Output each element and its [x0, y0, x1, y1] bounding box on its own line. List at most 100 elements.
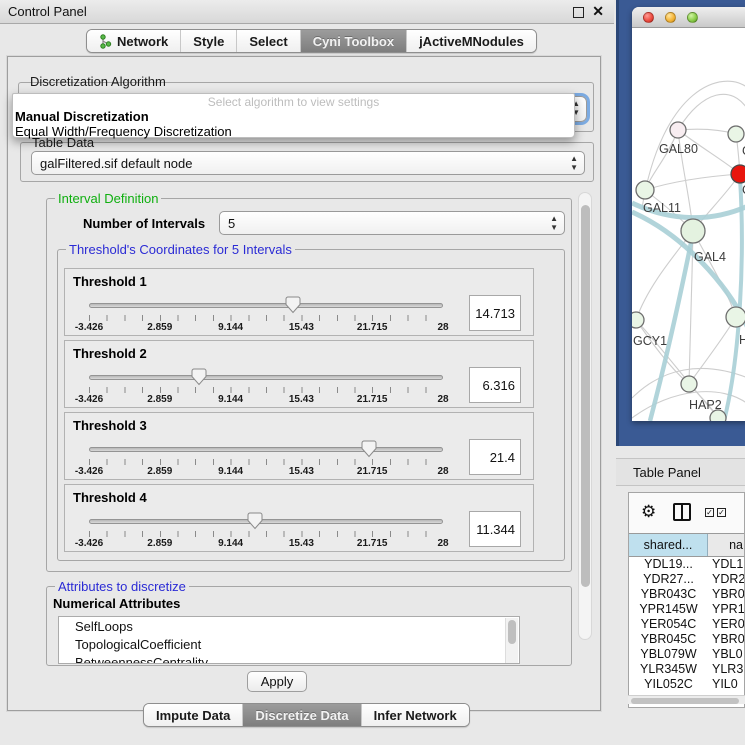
settings-scrollbar[interactable] [578, 192, 592, 640]
apply-button[interactable]: Apply [247, 671, 307, 692]
threshold-value-field[interactable]: 21.4 [469, 439, 521, 475]
slider-handle[interactable] [191, 368, 206, 386]
tab-discretize-data[interactable]: Discretize Data [242, 704, 360, 726]
split-columns-icon[interactable] [673, 503, 691, 521]
threshold-label: Threshold 2 [73, 346, 147, 361]
cell-name[interactable]: YDL1 [708, 557, 744, 572]
tick-label: 9.144 [218, 394, 243, 405]
scrollbar-thumb[interactable] [631, 698, 739, 704]
close-icon[interactable]: ✕ [592, 3, 604, 20]
list-scrollbar[interactable] [505, 618, 518, 664]
table-row[interactable]: YDL19...YDL1 [629, 557, 744, 572]
table-row[interactable]: YIL052CYIL0 [629, 677, 744, 692]
node-red [731, 165, 745, 183]
tab-label: Discretize Data [255, 708, 348, 723]
cell-name[interactable]: YBR0 [708, 587, 744, 602]
network-view-frame: GAL80 G C GAL11 GAL4 GCY1 H HAP2 [616, 0, 745, 446]
slider-track[interactable] [89, 375, 443, 380]
cell-shared-name[interactable]: YPR145W [629, 602, 708, 617]
threshold-slider[interactable]: -3.426 2.859 9.144 15.43 21.715 28 [89, 441, 443, 479]
cell-name[interactable]: YDR2 [708, 572, 744, 587]
list-items: SelfLoopsTopologicalCoefficientBetweenne… [59, 617, 519, 664]
tick-label: 21.715 [357, 322, 388, 333]
table-row[interactable]: YBR043CYBR0 [629, 587, 744, 602]
tick-label: 9.144 [218, 538, 243, 549]
numerical-attributes-list[interactable]: SelfLoopsTopologicalCoefficientBetweenne… [58, 616, 520, 664]
combo-value: galFiltered.sif default node [40, 156, 192, 171]
slider-handle[interactable] [248, 512, 263, 530]
scrollbar-thumb[interactable] [508, 620, 516, 644]
threshold-slider[interactable]: -3.426 2.859 9.144 15.43 21.715 28 [89, 297, 443, 335]
table-row[interactable]: YDR27...YDR2 [629, 572, 744, 587]
column-header-name[interactable]: na [708, 534, 744, 556]
cell-name[interactable]: YER0 [708, 617, 744, 632]
threshold-slider[interactable]: -3.426 2.859 9.144 15.43 21.715 28 [89, 369, 443, 407]
table-panel: ⚙ ✓ ✓ shared... na YDL19...YDL1YDR27...Y… [628, 492, 745, 708]
tab-label: Cyni Toolbox [313, 34, 394, 49]
control-panel-tabs: Network Style Select Cyni Toolbox jActiv… [86, 29, 537, 53]
gear-icon[interactable]: ⚙ [641, 503, 656, 520]
threshold-value-field[interactable]: 6.316 [469, 367, 521, 403]
network-canvas[interactable]: GAL80 G C GAL11 GAL4 GCY1 H HAP2 [632, 28, 745, 421]
tab-impute-data[interactable]: Impute Data [144, 704, 242, 726]
dropdown-option-manual[interactable]: Manual Discretization [13, 108, 574, 123]
threshold-slider[interactable]: -3.426 2.859 9.144 15.43 21.715 28 [89, 513, 443, 551]
tab-cyni-toolbox[interactable]: Cyni Toolbox [300, 30, 406, 52]
checkbox-checked-icon[interactable]: ✓ [705, 508, 714, 517]
cell-shared-name[interactable]: YLR345W [629, 662, 708, 677]
slider-tick-marks [89, 459, 443, 465]
network-window-titlebar[interactable] [632, 7, 745, 28]
threshold-value-field[interactable]: 14.713 [469, 295, 521, 331]
tab-infer-network[interactable]: Infer Network [361, 704, 469, 726]
cell-name[interactable]: YIL0 [708, 677, 744, 692]
slider-track[interactable] [89, 519, 443, 524]
list-item[interactable]: BetweennessCentrality [59, 653, 519, 664]
number-of-intervals-label: Number of Intervals [83, 216, 205, 231]
tab-select[interactable]: Select [236, 30, 299, 52]
cell-name[interactable]: YPR1 [708, 602, 744, 617]
slider-handle[interactable] [361, 440, 376, 458]
slider-track[interactable] [89, 303, 443, 308]
cell-shared-name[interactable]: YER054C [629, 617, 708, 632]
tick-label: -3.426 [75, 322, 103, 333]
table-row[interactable]: YER054CYER0 [629, 617, 744, 632]
tab-style[interactable]: Style [180, 30, 236, 52]
table-data-combo[interactable]: galFiltered.sif default node ▲▼ [31, 151, 585, 175]
table-row[interactable]: YLR345WYLR3 [629, 662, 744, 677]
table-row[interactable]: YBR045CYBR0 [629, 632, 744, 647]
cell-shared-name[interactable]: YBL079W [629, 647, 708, 662]
cell-name[interactable]: YBR0 [708, 632, 744, 647]
slider-handle[interactable] [286, 296, 301, 314]
cell-shared-name[interactable]: YBR045C [629, 632, 708, 647]
cell-shared-name[interactable]: YIL052C [629, 677, 708, 692]
table-row[interactable]: YPR145WYPR1 [629, 602, 744, 617]
zoom-traffic-light-icon[interactable] [687, 12, 698, 23]
float-window-icon[interactable] [573, 7, 584, 18]
cell-shared-name[interactable]: YDR27... [629, 572, 708, 587]
threshold-label: Threshold 4 [73, 490, 147, 505]
slider-tick-marks [89, 315, 443, 321]
list-item[interactable]: TopologicalCoefficient [59, 635, 519, 653]
cell-shared-name[interactable]: YDL19... [629, 557, 708, 572]
checkbox-checked-icon[interactable]: ✓ [717, 508, 726, 517]
number-of-intervals-combo[interactable]: 5 ▲▼ [219, 211, 565, 235]
cell-shared-name[interactable]: YBR043C [629, 587, 708, 602]
group-title: Attributes to discretize [55, 579, 189, 594]
close-traffic-light-icon[interactable] [643, 12, 654, 23]
table-data-group: Table Data galFiltered.sif default node … [20, 142, 594, 182]
list-item[interactable]: SelfLoops [59, 617, 519, 635]
cell-name[interactable]: YLR3 [708, 662, 744, 677]
minimize-traffic-light-icon[interactable] [665, 12, 676, 23]
tab-network[interactable]: Network [87, 30, 180, 52]
table-horizontal-scrollbar[interactable] [628, 695, 745, 704]
slider-track[interactable] [89, 447, 443, 452]
column-header-shared-name[interactable]: shared... [629, 534, 708, 556]
dropdown-option-equal-width[interactable]: Equal Width/Frequency Discretization [13, 123, 574, 138]
table-row[interactable]: YBL079WYBL0 [629, 647, 744, 662]
scrollbar-thumb[interactable] [581, 205, 590, 587]
tab-jactivemnodules[interactable]: jActiveMNodules [406, 30, 536, 52]
threshold-value-field[interactable]: 11.344 [469, 511, 521, 547]
stepper-arrows-icon: ▲▼ [550, 214, 558, 232]
cell-name[interactable]: YBL0 [708, 647, 744, 662]
slider-tick-labels: -3.426 2.859 9.144 15.43 21.715 28 [89, 394, 443, 406]
